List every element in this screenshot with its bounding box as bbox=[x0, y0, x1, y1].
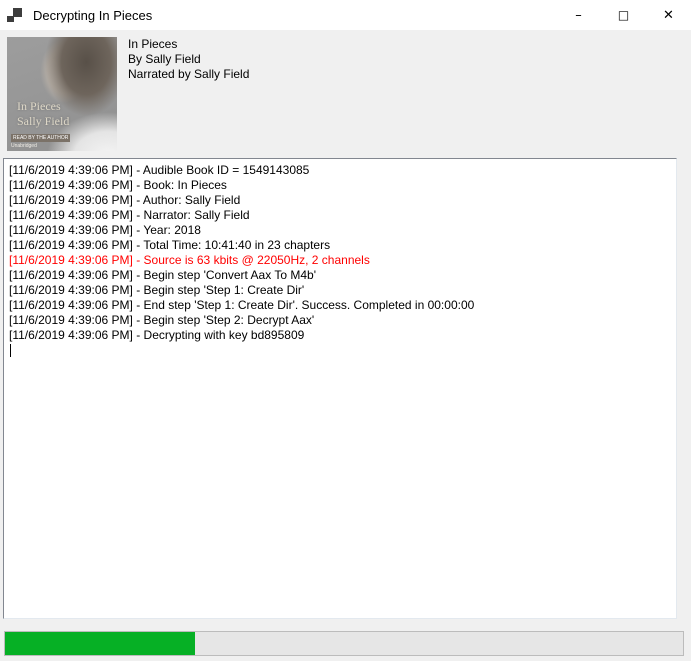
book-author: By Sally Field bbox=[128, 52, 249, 67]
log-line: [11/6/2019 4:39:06 PM] - Author: Sally F… bbox=[9, 193, 671, 208]
log-line: [11/6/2019 4:39:06 PM] - End step 'Step … bbox=[9, 298, 671, 313]
log-line: [11/6/2019 4:39:06 PM] - Narrator: Sally… bbox=[9, 208, 671, 223]
log-line: [11/6/2019 4:39:06 PM] - Year: 2018 bbox=[9, 223, 671, 238]
cover-book-author: Sally Field bbox=[17, 114, 69, 129]
log-output-textbox[interactable]: [11/6/2019 4:39:06 PM] - Audible Book ID… bbox=[3, 158, 677, 619]
log-line: [11/6/2019 4:39:06 PM] - Decrypting with… bbox=[9, 328, 671, 343]
app-icon-square-small bbox=[7, 16, 14, 22]
close-button[interactable]: ✕ bbox=[646, 0, 691, 30]
cover-unabridged-label: Unabridged bbox=[11, 143, 37, 149]
log-line: [11/6/2019 4:39:06 PM] - Begin step 'Ste… bbox=[9, 283, 671, 298]
cover-book-title: In Pieces bbox=[17, 99, 69, 114]
text-caret bbox=[10, 344, 11, 357]
log-lines-container: [11/6/2019 4:39:06 PM] - Audible Book ID… bbox=[9, 163, 671, 343]
progress-bar bbox=[4, 631, 684, 656]
window-title: Decrypting In Pieces bbox=[33, 8, 152, 23]
book-cover-image: In Pieces Sally Field READ BY THE AUTHOR… bbox=[7, 37, 117, 151]
book-narrator: Narrated by Sally Field bbox=[128, 67, 249, 82]
log-line: [11/6/2019 4:39:06 PM] - Begin step 'Ste… bbox=[9, 313, 671, 328]
log-line: [11/6/2019 4:39:06 PM] - Book: In Pieces bbox=[9, 178, 671, 193]
log-line: [11/6/2019 4:39:06 PM] - Source is 63 kb… bbox=[9, 253, 671, 268]
log-line: [11/6/2019 4:39:06 PM] - Total Time: 10:… bbox=[9, 238, 671, 253]
log-line: [11/6/2019 4:39:06 PM] - Begin step 'Con… bbox=[9, 268, 671, 283]
app-window: Decrypting In Pieces – □ ✕ In Pieces Sal… bbox=[0, 0, 691, 661]
minimize-button[interactable]: – bbox=[556, 0, 601, 30]
log-line: [11/6/2019 4:39:06 PM] - Audible Book ID… bbox=[9, 163, 671, 178]
caption-buttons: – □ ✕ bbox=[556, 0, 691, 30]
app-icon-square-large bbox=[13, 8, 22, 17]
maximize-button[interactable]: □ bbox=[601, 0, 646, 30]
cover-read-by-badge: READ BY THE AUTHOR bbox=[11, 134, 70, 142]
app-icon bbox=[7, 7, 23, 23]
book-info: In Pieces By Sally Field Narrated by Sal… bbox=[128, 37, 249, 82]
progress-bar-fill bbox=[5, 632, 195, 655]
title-bar: Decrypting In Pieces – □ ✕ bbox=[0, 0, 691, 30]
cover-title-text: In Pieces Sally Field bbox=[17, 99, 69, 129]
book-title: In Pieces bbox=[128, 37, 249, 52]
